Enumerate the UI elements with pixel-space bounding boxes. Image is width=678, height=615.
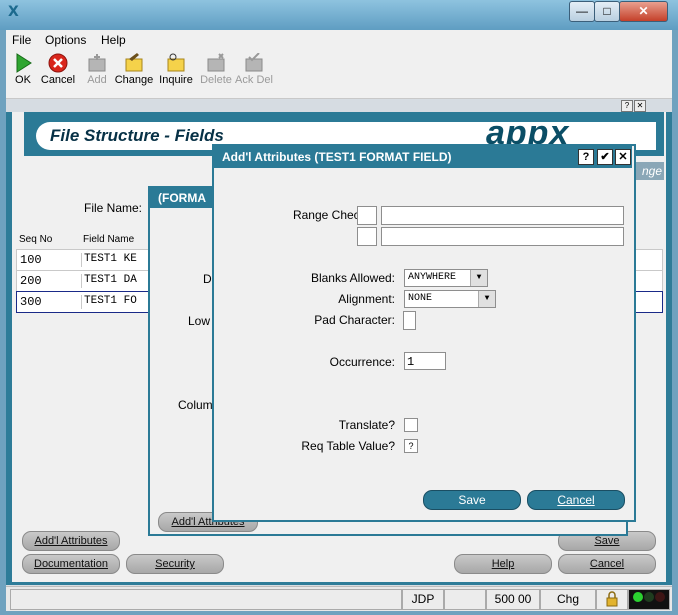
inner-help-icon[interactable]: ? [621,100,633,112]
ok-play-icon [16,53,32,73]
row-field: TEST1 DA [81,274,137,288]
add-icon [88,54,106,72]
status-blank [444,589,486,610]
alignment-select[interactable]: NONE ▼ [404,290,496,308]
change-tool-button[interactable]: Change [114,53,154,86]
chevron-down-icon: ▼ [470,270,487,286]
delete-icon [207,53,225,72]
status-mode: Chg [540,589,596,610]
req-table-value-checkbox[interactable]: ? [404,439,418,453]
pad-character-field[interactable] [403,311,416,330]
inquire-tool-button[interactable]: Inquire [156,53,196,86]
pad-character-label: Pad Character: [314,313,395,327]
menu-options[interactable]: Options [45,33,86,47]
status-lock [596,589,628,610]
change-label: Change [114,74,154,86]
status-user: JDP [402,589,444,610]
column-header-field: Field Name [83,234,135,245]
ack-del-tool-button[interactable]: Ack Del [234,53,274,86]
translate-checkbox[interactable] [404,418,418,432]
change-icon [125,53,143,72]
dialog-save-button[interactable]: Save [423,490,521,510]
row-seq: 200 [20,274,42,288]
lock-icon [606,591,618,607]
inquire-label: Inquire [159,74,193,86]
row-seq: 300 [20,295,42,309]
ok-label: OK [15,74,31,86]
delete-tool-button[interactable]: Delete [196,53,236,86]
add-tool-button[interactable]: Add [77,53,117,86]
addl-attributes-dialog [212,144,636,522]
range-check-op-1[interactable] [357,206,377,225]
menu-bar: File Options Help [6,30,672,50]
range-check-value-1[interactable] [381,206,624,225]
row-field: TEST1 FO [81,295,137,309]
dialog-help-button[interactable]: ? [578,149,594,165]
alignment-label: Alignment: [338,292,395,306]
delete-label: Delete [200,74,232,86]
dialog-title: Add'l Attributes (TEST1 FORMAT FIELD) [222,150,452,164]
ok-tool-button[interactable]: OK [3,53,43,86]
add-label: Add [87,74,107,86]
row-field: TEST1 KE [81,253,137,267]
toolbar: OK Cancel Add Change Inquire Delete Ack … [6,50,672,99]
menu-file[interactable]: File [12,33,31,47]
maximize-button[interactable]: □ [594,1,620,22]
blanks-allowed-label: Blanks Allowed: [310,271,395,285]
req-table-value-label: Req Table Value? [301,439,395,453]
app-logo-icon: X [8,4,19,20]
back-dialog-label: Colum [178,398,213,412]
back-dialog-label: D [203,272,212,286]
cancel-tool-button[interactable]: Cancel [38,53,78,86]
inner-close-icon[interactable]: ✕ [634,100,646,112]
back-dialog-label: Low [188,314,211,328]
traffic-light-icon [633,592,665,602]
documentation-button[interactable]: Documentation [22,554,120,574]
status-value: 500 00 [486,589,540,610]
ack-del-icon [245,53,263,72]
close-window-button[interactable]: ✕ [619,1,668,22]
occurrence-field[interactable]: 1 [404,352,446,370]
range-check-op-2[interactable] [357,227,377,246]
alignment-value: NONE [408,293,433,304]
range-check-value-2[interactable] [381,227,624,246]
workspace-top-strip [6,99,672,112]
column-header-seq: Seq No [19,234,53,245]
ack-del-label: Ack Del [235,74,273,86]
addl-attributes-button[interactable]: Add'l Attributes [22,531,120,551]
cancel-x-icon [48,53,68,73]
page-title: File Structure - Fields [50,126,224,145]
file-name-label: File Name: [84,201,143,215]
minimize-button[interactable]: — [569,1,595,22]
blanks-allowed-value: ANYWHERE [408,272,457,283]
inquire-icon [167,53,185,72]
dialog-ok-button[interactable]: ✔ [597,149,613,165]
help-button[interactable]: Help [454,554,552,574]
blanks-allowed-select[interactable]: ANYWHERE ▼ [404,269,488,287]
status-message [10,589,402,610]
occurrence-label: Occurrence: [329,355,395,369]
translate-label: Translate? [338,418,395,432]
menu-help[interactable]: Help [101,33,126,47]
row-seq: 100 [20,253,42,267]
cancel-button[interactable]: Cancel [558,554,656,574]
dialog-cancel-button[interactable]: Cancel [527,490,625,510]
status-lights [628,589,670,610]
security-button[interactable]: Security [126,554,224,574]
dialog-close-button[interactable]: ✕ [615,149,631,165]
cancel-label: Cancel [40,74,76,86]
chevron-down-icon: ▼ [478,291,495,307]
